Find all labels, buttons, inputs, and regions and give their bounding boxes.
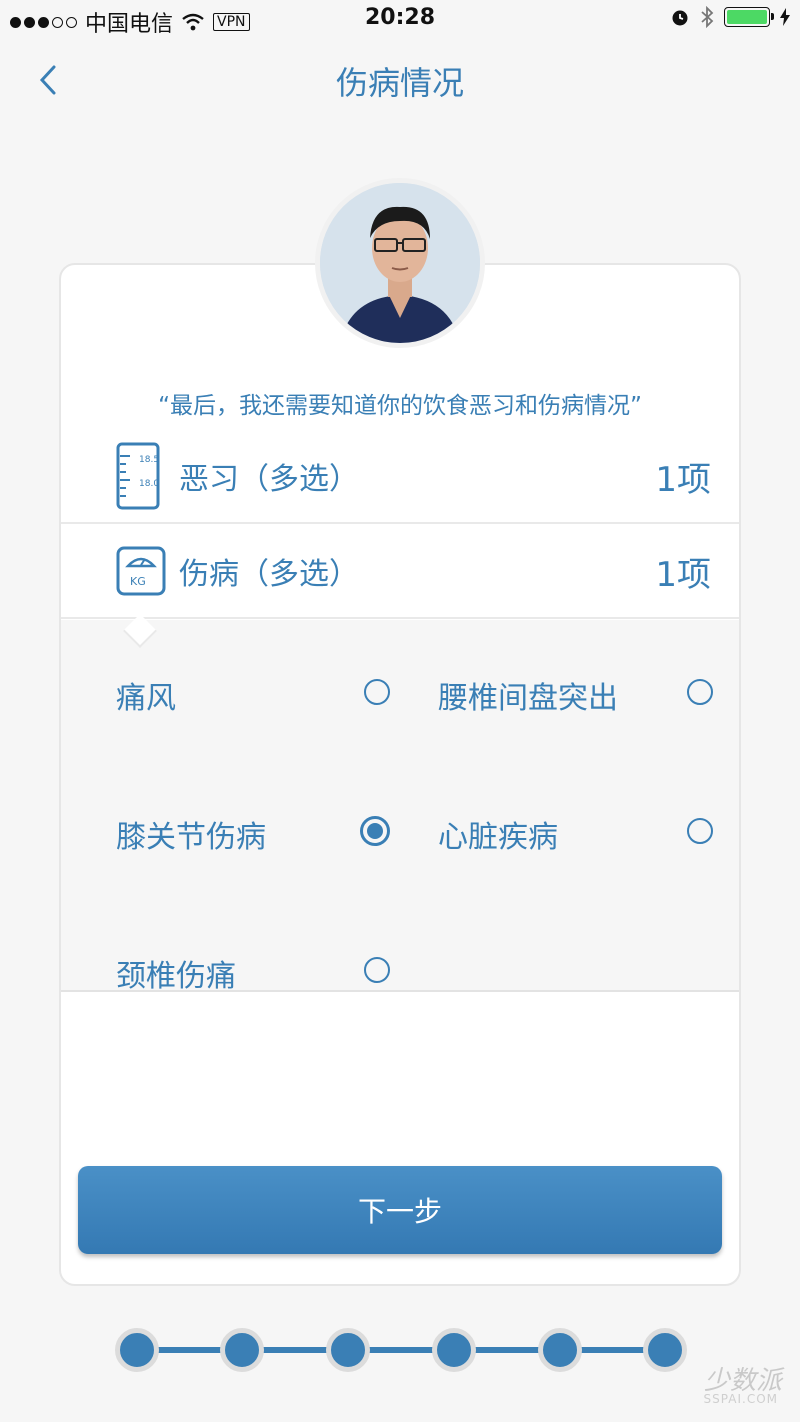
page-title: 伤病情况: [335, 64, 464, 102]
bad-habits-row[interactable]: 18.5 18.0 恶习（多选） 1项: [61, 430, 739, 524]
progress-step: [115, 1328, 159, 1372]
option-gout-radio[interactable]: [364, 679, 390, 705]
progress-step: [220, 1328, 264, 1372]
option-cervical-label[interactable]: 颈椎伤痛: [116, 951, 236, 995]
scale-icon: KG: [116, 546, 166, 596]
status-bar: 中国电信 VPN 20:28: [0, 0, 800, 40]
bad-habits-count: 1项: [655, 459, 711, 500]
scale-icon-text: KG: [130, 575, 146, 588]
bad-habits-label: 恶习（多选）: [179, 462, 359, 497]
injuries-row[interactable]: KG 伤病（多选） 1项: [61, 525, 739, 619]
next-step-button[interactable]: 下一步: [78, 1166, 722, 1254]
option-gout-label[interactable]: 痛风: [116, 673, 176, 717]
alarm-icon: [672, 10, 688, 26]
progress-step: [432, 1328, 476, 1372]
person-portrait-icon: [320, 183, 480, 343]
avatar: [315, 178, 485, 348]
status-right: [670, 6, 790, 28]
option-cervical-radio[interactable]: [364, 957, 390, 983]
injuries-label: 伤病（多选）: [179, 557, 359, 592]
injuries-count: 1项: [655, 554, 711, 595]
option-knee-radio[interactable]: [360, 816, 390, 846]
battery-icon: [724, 7, 774, 27]
option-heart-label[interactable]: 心脏疾病: [438, 812, 558, 856]
ruler-icon: 18.5 18.0: [116, 442, 160, 510]
svg-text:18.0: 18.0: [139, 479, 159, 489]
progress-line: [135, 1347, 667, 1353]
charging-icon: [780, 8, 790, 26]
progress-step: [538, 1328, 582, 1372]
progress-step: [643, 1328, 687, 1372]
option-lumbar-disc-label[interactable]: 腰椎间盘突出: [438, 673, 618, 717]
option-lumbar-disc-radio[interactable]: [687, 679, 713, 705]
progress-step: [326, 1328, 370, 1372]
watermark-sub: SSPAI.COM: [703, 1392, 778, 1406]
bluetooth-icon: [701, 6, 714, 28]
svg-text:18.5: 18.5: [139, 455, 159, 465]
step-progress: [115, 1328, 687, 1372]
intro-quote: “最后，我还需要知道你的饮食恶习和伤病情况”: [158, 393, 642, 419]
option-heart-radio[interactable]: [687, 818, 713, 844]
option-knee-label[interactable]: 膝关节伤病: [116, 812, 266, 856]
